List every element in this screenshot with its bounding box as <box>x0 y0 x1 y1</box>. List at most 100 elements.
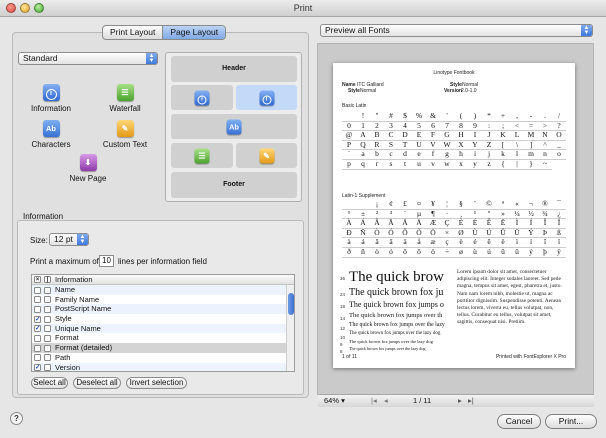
list-item[interactable]: Name <box>32 285 294 295</box>
header-checkbox-print[interactable]: × <box>34 276 41 283</box>
glyph-cell: x <box>454 160 468 170</box>
invert-selection-button[interactable]: Invert selection <box>126 377 187 389</box>
checkbox[interactable] <box>44 305 51 313</box>
waterfall-line: The quick brown fox jumps o <box>349 300 444 309</box>
list-item[interactable]: Family Name <box>32 295 294 305</box>
checkbox[interactable] <box>34 296 41 304</box>
list-item[interactable]: Path <box>32 353 294 363</box>
palette-label: Custom Text <box>102 140 148 149</box>
list-item[interactable]: Format (detailed) <box>32 343 294 353</box>
checkbox[interactable] <box>34 344 41 352</box>
palette-custom-text[interactable]: ✎ Custom Text <box>85 120 165 149</box>
checkbox[interactable] <box>44 325 51 333</box>
checkbox[interactable] <box>34 286 41 294</box>
close-window-button[interactable] <box>6 3 16 13</box>
list-item[interactable]: ✓ Version <box>32 362 294 371</box>
glyph-cell: õ <box>412 248 426 258</box>
layout-waterfall-slot[interactable]: ☰ <box>171 143 233 168</box>
size-select[interactable]: 12 pt ▲ ▼ <box>49 233 89 246</box>
palette-label: Waterfall <box>109 104 141 113</box>
info-icon: i <box>42 84 60 101</box>
lorem-ipsum-text: Lorem ipsum dolor sit amet, consectetuer… <box>457 269 562 326</box>
version-value: 2.0-1.0 <box>461 88 477 94</box>
waterfall-size-label: 36 <box>340 275 346 281</box>
select-all-button[interactable]: Select all <box>31 377 68 389</box>
checkbox-checked[interactable]: ✓ <box>34 315 41 323</box>
previous-page-button[interactable]: ◂ <box>384 396 388 406</box>
field-label: Path <box>55 352 71 362</box>
first-page-button[interactable]: |◂ <box>371 396 377 406</box>
layout-characters-slot[interactable]: Ab <box>171 114 297 139</box>
list-rows: Name Family Name PostScript Name ✓ Style … <box>32 285 294 371</box>
palette-characters[interactable]: Ab Characters <box>11 120 91 149</box>
list-item[interactable]: ✓ Style <box>32 314 294 324</box>
glyph-cell: } <box>524 160 538 170</box>
window-title: Print <box>293 3 313 13</box>
field-label: Style <box>55 314 72 324</box>
glyph-cell: ñ <box>356 248 370 258</box>
checkbox[interactable] <box>34 334 41 342</box>
layout-custom-text-slot[interactable]: ✎ <box>236 143 297 168</box>
checkbox-checked[interactable]: ✓ <box>34 325 41 333</box>
glyph-cell: ÷ <box>440 248 454 258</box>
checkbox[interactable] <box>34 354 41 362</box>
layout-info-slot-left[interactable]: i <box>171 85 233 110</box>
list-scrollbar[interactable] <box>286 285 294 371</box>
glyph-cell: | <box>510 160 524 170</box>
print-button[interactable]: Print... <box>545 414 597 429</box>
checkbox[interactable] <box>44 364 51 371</box>
last-page-button[interactable]: ▸| <box>468 396 474 406</box>
template-select[interactable]: Standard ▲ ▼ <box>18 52 158 65</box>
checkbox[interactable] <box>44 354 51 362</box>
deselect-all-button[interactable]: Deselect all <box>73 377 121 389</box>
checkbox[interactable] <box>44 334 51 342</box>
minimize-window-button[interactable] <box>20 3 30 13</box>
field-label: Format (detailed) <box>55 343 113 353</box>
tab-page-layout[interactable]: Page Layout <box>162 26 226 39</box>
waterfall-line: The quick brown fox ju <box>349 287 444 298</box>
glyph-cell: y <box>468 160 482 170</box>
template-select-value: Standard <box>23 53 58 63</box>
checkbox-checked[interactable]: ✓ <box>34 364 41 371</box>
palette-information[interactable]: i Information <box>11 84 91 113</box>
zoom-select[interactable]: 64% ▾ <box>324 396 345 406</box>
characters-icon: Ab <box>226 119 242 134</box>
checkbox[interactable] <box>44 315 51 323</box>
glyph-cell: þ <box>538 248 552 258</box>
glyph-cell: ù <box>468 248 482 258</box>
scrollbar-thumb[interactable] <box>288 293 294 315</box>
next-page-button[interactable]: ▸ <box>458 396 462 406</box>
glyph-cell: t <box>398 160 412 170</box>
glyph-cell: p <box>342 160 356 170</box>
header-checkbox-label[interactable]: | <box>44 276 51 283</box>
preview-select[interactable]: Preview all Fonts ▲ ▼ <box>320 24 593 37</box>
information-fields-list: × | Information Name Family Name PostScr… <box>31 274 295 372</box>
help-button[interactable]: ? <box>10 412 23 425</box>
waterfall-size-label: 14 <box>340 315 346 321</box>
tab-print-layout[interactable]: Print Layout <box>103 26 162 39</box>
checkbox[interactable] <box>44 296 51 304</box>
layout-header-slot[interactable]: Header <box>171 56 297 82</box>
layout-info-slot-right[interactable]: i <box>236 85 297 110</box>
list-item[interactable]: PostScript Name <box>32 304 294 315</box>
glyph-cell: ð <box>342 248 356 258</box>
palette-new-page[interactable]: ⬇ New Page <box>48 154 128 183</box>
new-page-icon: ⬇ <box>79 154 97 171</box>
cancel-button[interactable]: Cancel <box>497 414 541 429</box>
checkbox[interactable] <box>44 286 51 294</box>
list-item[interactable]: ✓ Unique Name <box>32 323 294 334</box>
list-item[interactable]: Format <box>32 333 294 343</box>
max-lines-input[interactable]: 10 <box>99 255 114 267</box>
zoom-window-button[interactable] <box>34 3 44 13</box>
glyph-cell: o <box>552 150 566 160</box>
header-label: Header <box>222 65 246 72</box>
checkbox[interactable] <box>44 344 51 352</box>
glyph-cell: q <box>356 160 370 170</box>
palette-waterfall[interactable]: ☰ Waterfall <box>85 84 165 113</box>
page-number: 1 of 11 <box>342 354 357 360</box>
glyph-cell: ó <box>384 248 398 258</box>
glyph-cell: û <box>496 248 510 258</box>
checkbox[interactable] <box>34 305 41 313</box>
custom-text-icon: ✎ <box>116 120 134 137</box>
layout-footer-slot[interactable]: Footer <box>171 172 297 198</box>
